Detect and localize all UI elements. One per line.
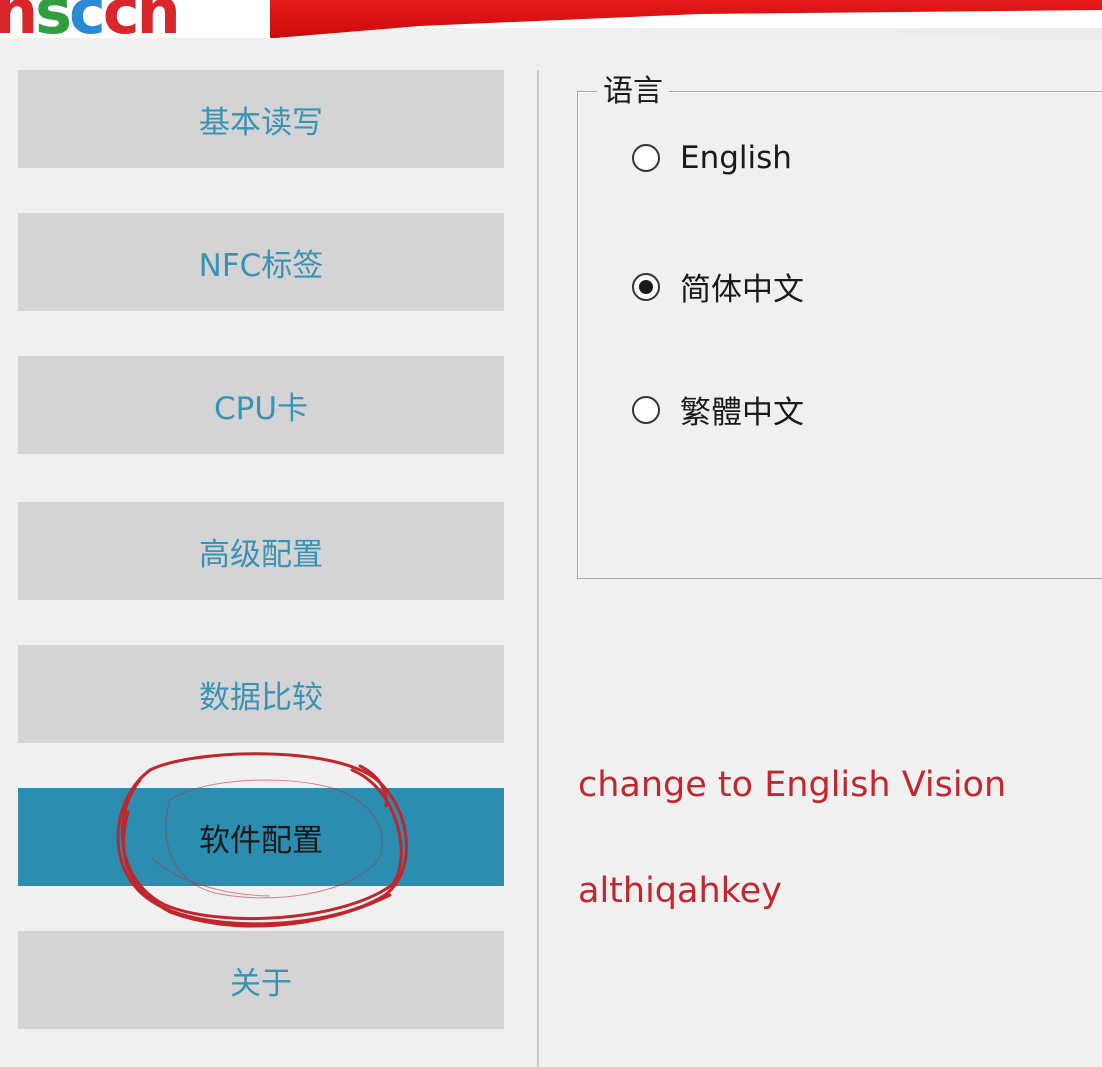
annotation-text-instruction: change to English Vision — [578, 765, 1007, 805]
radio-button[interactable] — [632, 144, 660, 172]
radio-button[interactable] — [632, 272, 660, 301]
sidebar-item-label: 软件配置 — [199, 822, 323, 859]
radio-label: 繁體中文 — [680, 395, 804, 431]
sidebar-item-label: CPU卡 — [213, 390, 309, 427]
sidebar-item-label: 高级配置 — [199, 536, 323, 573]
sidebar-item-label: 数据比较 — [199, 679, 323, 716]
radio-label: 简体中文 — [680, 272, 804, 308]
sidebar-item-advanced-config[interactable]: 高级配置 — [18, 502, 504, 600]
header-banner: nsccn — [0, 0, 1102, 38]
sidebar-item-label: 关于 — [230, 965, 292, 1002]
sidebar-item-label: NFC标签 — [198, 247, 324, 284]
header-stripe — [270, 28, 1102, 38]
brand-logo: nsccn — [0, 0, 181, 38]
sidebar-item-cpu-card[interactable]: CPU卡 — [18, 356, 504, 454]
app-window: nsccn 基本读写 NFC标签 CPU卡 高级配置 数据比较 软件配置 关于 … — [0, 0, 1102, 1067]
radio-label: English — [680, 140, 792, 176]
radio-option-simplified-chinese[interactable]: 简体中文 — [632, 264, 804, 309]
radio-option-english[interactable]: English — [632, 140, 792, 176]
sidebar-item-label: 基本读写 — [199, 104, 323, 141]
radio-option-traditional-chinese[interactable]: 繁體中文 — [632, 387, 804, 432]
radio-selected-dot — [639, 279, 653, 294]
sidebar-item-software-config[interactable]: 软件配置 — [18, 788, 504, 886]
sidebar-nav: 基本读写 NFC标签 CPU卡 高级配置 数据比较 软件配置 关于 — [0, 38, 538, 1067]
sidebar-item-data-compare[interactable]: 数据比较 — [18, 645, 504, 743]
sidebar-item-nfc-tag[interactable]: NFC标签 — [18, 213, 504, 311]
panel-divider — [537, 70, 539, 1067]
sidebar-item-basic-read-write[interactable]: 基本读写 — [18, 70, 504, 168]
language-group-title: 语言 — [597, 72, 669, 112]
annotation-text-signature: althiqahkey — [578, 871, 782, 911]
sidebar-item-about[interactable]: 关于 — [18, 931, 504, 1029]
radio-button[interactable] — [632, 395, 660, 424]
